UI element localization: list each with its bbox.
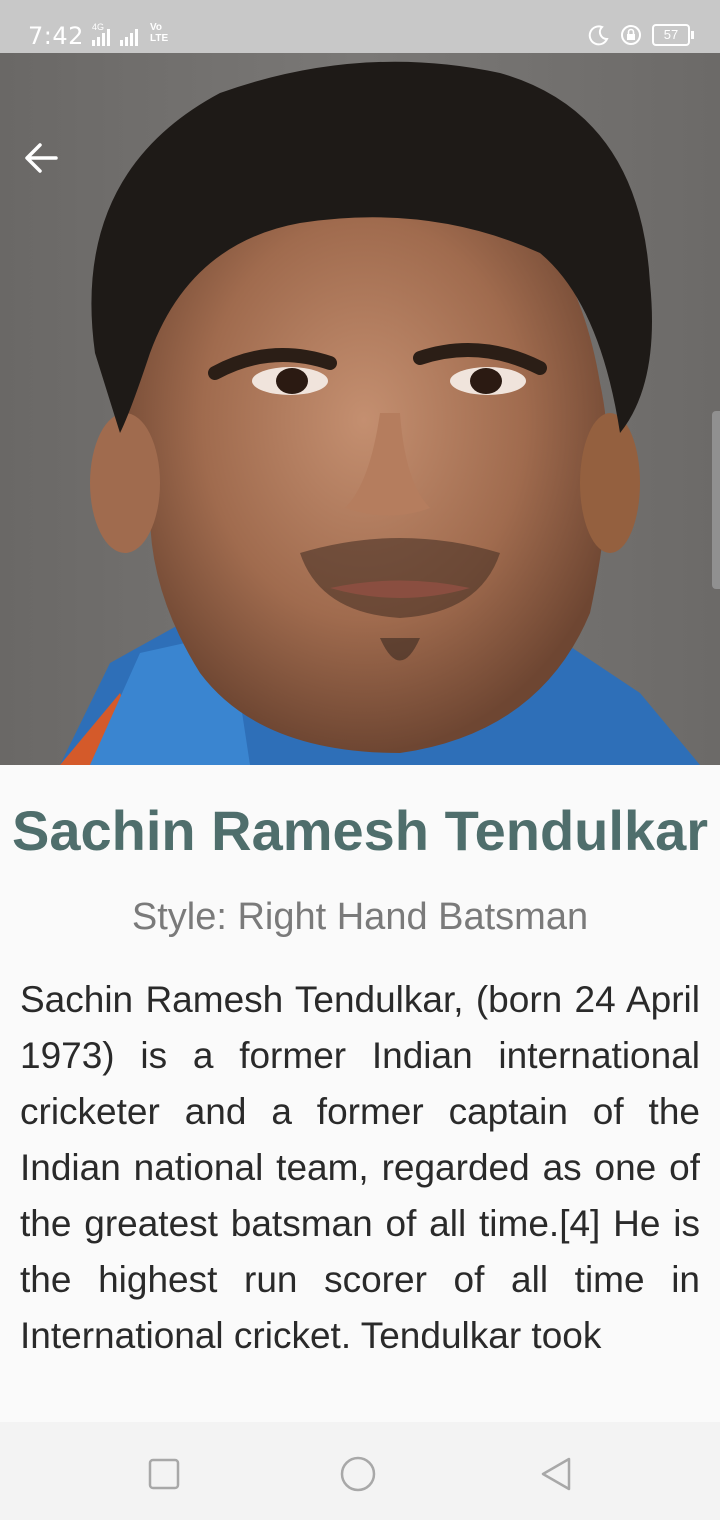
signal-bars-icon: [92, 29, 110, 46]
scrollbar-thumb[interactable]: [712, 411, 720, 589]
back-triangle-icon[interactable]: [536, 1454, 576, 1494]
moon-icon: [588, 25, 609, 46]
volte-bottom-label: LTE: [150, 33, 169, 44]
lock-rotation-icon: [621, 25, 641, 45]
player-portrait: [0, 53, 720, 765]
battery-icon: 57: [652, 24, 694, 46]
status-icons: 57: [588, 24, 694, 46]
player-style: Style: Right Hand Batsman: [131, 896, 589, 938]
status-bar: 7:42 4G Vo LTE 57: [0, 0, 720, 53]
status-time: 7:42: [28, 22, 84, 50]
arrow-left-icon[interactable]: [20, 136, 64, 180]
home-circle-icon[interactable]: [338, 1454, 378, 1494]
player-bio: Sachin Ramesh Tendulkar, (born 24 April …: [20, 979, 700, 1356]
recents-square-icon[interactable]: [144, 1454, 184, 1494]
volte-top-label: Vo: [150, 22, 163, 33]
navigation-bar: [0, 1422, 720, 1520]
player-name: Sachin Ramesh Tendulkar: [11, 799, 709, 862]
volte-indicator: Vo LTE: [150, 22, 168, 44]
signal-bars-icon-2: [120, 29, 138, 46]
player-portrait-image: [0, 53, 720, 765]
